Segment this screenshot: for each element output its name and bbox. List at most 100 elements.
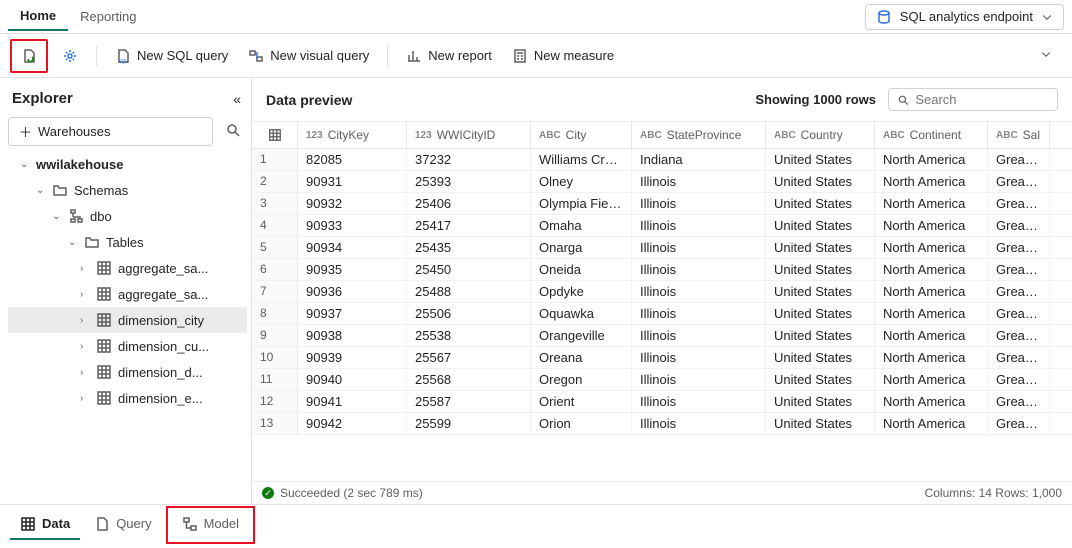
cell[interactable]: Indiana: [632, 149, 766, 170]
cell[interactable]: 25506: [407, 303, 531, 324]
cell[interactable]: 90935: [298, 259, 407, 280]
cell[interactable]: United States: [766, 325, 875, 346]
ribbon-more-button[interactable]: [1030, 42, 1062, 69]
preview-search[interactable]: [888, 88, 1058, 111]
cell[interactable]: United States: [766, 259, 875, 280]
cell[interactable]: Onarga: [531, 237, 632, 258]
cell[interactable]: North America: [875, 303, 988, 324]
cell[interactable]: 90941: [298, 391, 407, 412]
new-visual-query-button[interactable]: New visual query: [242, 44, 375, 68]
cell[interactable]: North America: [875, 413, 988, 434]
cell[interactable]: 25417: [407, 215, 531, 236]
cell[interactable]: United States: [766, 347, 875, 368]
cell[interactable]: 25435: [407, 237, 531, 258]
cell[interactable]: Illinois: [632, 215, 766, 236]
cell[interactable]: North America: [875, 215, 988, 236]
cell[interactable]: Illinois: [632, 391, 766, 412]
tree-node-dbo[interactable]: ⌄ dbo: [8, 203, 247, 229]
cell[interactable]: North America: [875, 325, 988, 346]
cell[interactable]: Olympia Fields: [531, 193, 632, 214]
cell[interactable]: North America: [875, 193, 988, 214]
tree-node-table[interactable]: › dimension_d...: [8, 359, 247, 385]
cell[interactable]: 25599: [407, 413, 531, 434]
cell[interactable]: Illinois: [632, 303, 766, 324]
cell[interactable]: North America: [875, 171, 988, 192]
row-number[interactable]: 4: [252, 215, 298, 236]
cell[interactable]: Great La: [988, 303, 1050, 324]
cell[interactable]: 82085: [298, 149, 407, 170]
tree-node-schemas[interactable]: ⌄ Schemas: [8, 177, 247, 203]
cell[interactable]: Orient: [531, 391, 632, 412]
row-number[interactable]: 10: [252, 347, 298, 368]
cell[interactable]: United States: [766, 237, 875, 258]
cell[interactable]: 25567: [407, 347, 531, 368]
cell[interactable]: Great La: [988, 171, 1050, 192]
cell[interactable]: 25538: [407, 325, 531, 346]
cell[interactable]: North America: [875, 369, 988, 390]
row-number[interactable]: 8: [252, 303, 298, 324]
cell[interactable]: Great La: [988, 193, 1050, 214]
tree-node-tables[interactable]: ⌄ Tables: [8, 229, 247, 255]
settings-button[interactable]: [56, 44, 84, 68]
cell[interactable]: United States: [766, 303, 875, 324]
cell[interactable]: Oreana: [531, 347, 632, 368]
cell[interactable]: 25488: [407, 281, 531, 302]
row-number[interactable]: 2: [252, 171, 298, 192]
cell[interactable]: Illinois: [632, 193, 766, 214]
cell[interactable]: United States: [766, 193, 875, 214]
cell[interactable]: 90931: [298, 171, 407, 192]
cell[interactable]: Illinois: [632, 413, 766, 434]
bottom-tab-data[interactable]: Data: [10, 510, 80, 540]
new-measure-button[interactable]: New measure: [506, 44, 620, 68]
cell[interactable]: Great La: [988, 347, 1050, 368]
cell[interactable]: 90932: [298, 193, 407, 214]
cell[interactable]: Orion: [531, 413, 632, 434]
add-warehouse-button[interactable]: ＋ Warehouses: [8, 117, 213, 146]
cell[interactable]: North America: [875, 149, 988, 170]
cell[interactable]: Oquawka: [531, 303, 632, 324]
tab-home[interactable]: Home: [8, 2, 68, 31]
cell[interactable]: Illinois: [632, 369, 766, 390]
tree-node-table[interactable]: › aggregate_sa...: [8, 255, 247, 281]
cell[interactable]: 90933: [298, 215, 407, 236]
cell[interactable]: Great La: [988, 149, 1050, 170]
column-header[interactable]: ABC StateProvince: [632, 122, 766, 148]
cell[interactable]: United States: [766, 413, 875, 434]
collapse-explorer-button[interactable]: «: [233, 91, 241, 107]
row-number[interactable]: 13: [252, 413, 298, 434]
cell[interactable]: 25393: [407, 171, 531, 192]
refresh-button[interactable]: [15, 44, 43, 68]
row-number[interactable]: 6: [252, 259, 298, 280]
cell[interactable]: 90938: [298, 325, 407, 346]
tree-node-table[interactable]: › aggregate_sa...: [8, 281, 247, 307]
cell[interactable]: 90940: [298, 369, 407, 390]
cell[interactable]: Oneida: [531, 259, 632, 280]
row-number[interactable]: 12: [252, 391, 298, 412]
cell[interactable]: Great La: [988, 369, 1050, 390]
cell[interactable]: 25587: [407, 391, 531, 412]
column-header[interactable]: ABC Country: [766, 122, 875, 148]
cell[interactable]: Illinois: [632, 237, 766, 258]
column-header[interactable]: 123 WWICityID: [407, 122, 531, 148]
cell[interactable]: United States: [766, 369, 875, 390]
row-number[interactable]: 11: [252, 369, 298, 390]
row-number[interactable]: 1: [252, 149, 298, 170]
row-number[interactable]: 3: [252, 193, 298, 214]
tree-node-table[interactable]: › dimension_cu...: [8, 333, 247, 359]
cell[interactable]: Oregon: [531, 369, 632, 390]
cell[interactable]: 90936: [298, 281, 407, 302]
bottom-tab-query[interactable]: Query: [84, 510, 161, 540]
preview-search-input[interactable]: [915, 92, 1049, 107]
cell[interactable]: Great La: [988, 259, 1050, 280]
new-report-button[interactable]: New report: [400, 44, 498, 68]
cell[interactable]: United States: [766, 391, 875, 412]
cell[interactable]: Illinois: [632, 347, 766, 368]
column-header[interactable]: ABC Sal: [988, 122, 1050, 148]
row-number[interactable]: 9: [252, 325, 298, 346]
endpoint-selector[interactable]: SQL analytics endpoint: [865, 4, 1064, 30]
column-header[interactable]: 123 CityKey: [298, 122, 407, 148]
cell[interactable]: Great La: [988, 237, 1050, 258]
cell[interactable]: Williams Creek: [531, 149, 632, 170]
explorer-search-button[interactable]: [219, 118, 247, 145]
cell[interactable]: Illinois: [632, 259, 766, 280]
